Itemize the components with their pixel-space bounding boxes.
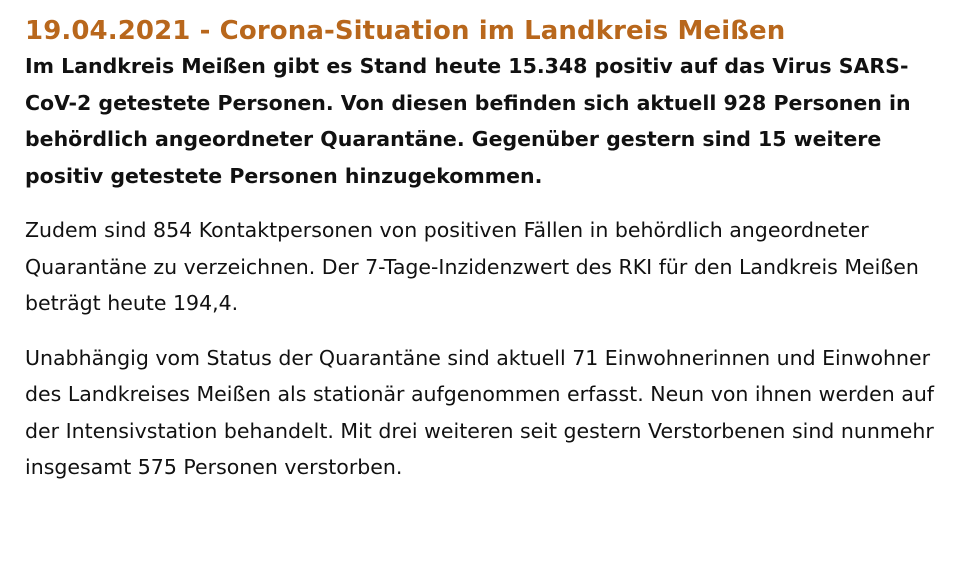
article-headline: 19.04.2021 - Corona-Situation im Landkre… [25, 16, 786, 46]
article-lead-paragraph: Im Landkreis Meißen gibt es Stand heute … [25, 54, 911, 188]
news-article: 19.04.2021 - Corona-Situation im Landkre… [0, 0, 970, 486]
article-paragraph-contacts: Zudem sind 854 Kontaktpersonen von posit… [25, 218, 919, 315]
article-paragraph-hospital: Unabhängig vom Status der Quarantäne sin… [25, 345, 935, 480]
